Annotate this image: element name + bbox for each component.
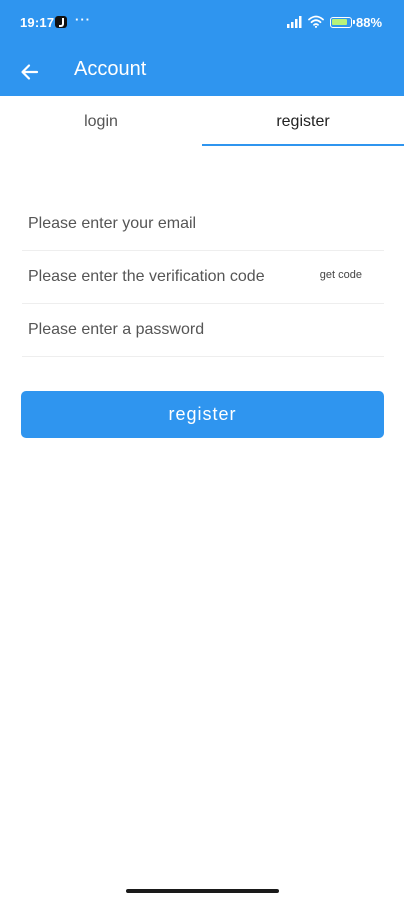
email-input[interactable]: [28, 198, 378, 250]
home-indicator[interactable]: [126, 889, 279, 893]
password-field-row: [22, 304, 384, 357]
tab-login[interactable]: login: [0, 96, 202, 148]
register-button[interactable]: register: [21, 391, 384, 438]
verification-code-row: get code: [22, 251, 384, 304]
battery-icon: [330, 17, 355, 28]
battery-percent: 88%: [356, 15, 383, 30]
signal-icon: [287, 16, 302, 28]
tab-register[interactable]: register: [202, 96, 404, 148]
tab-register-label: register: [276, 113, 330, 130]
app-bar: Account: [0, 48, 404, 96]
password-input[interactable]: [28, 304, 378, 356]
email-field-row: [22, 198, 384, 251]
wifi-icon: [308, 15, 324, 28]
get-code-button[interactable]: get code: [320, 269, 362, 281]
arrow-left-icon: [21, 64, 39, 80]
tab-bar: login register: [0, 96, 404, 148]
verification-code-input[interactable]: [28, 251, 290, 303]
status-bar: 19:17 ··· 88%: [0, 0, 404, 48]
tiktok-icon: [55, 16, 67, 28]
register-form: get code: [22, 198, 384, 357]
header: 19:17 ··· 88% Account: [0, 0, 404, 96]
tab-login-label: login: [84, 113, 118, 130]
status-more-icon: ···: [75, 12, 91, 27]
back-button[interactable]: [14, 56, 46, 88]
page-title: Account: [74, 58, 147, 80]
tab-active-indicator: [202, 144, 404, 146]
account-screen: 19:17 ··· 88% Account login register Ple…: [0, 0, 404, 900]
status-time: 19:17: [20, 15, 55, 30]
